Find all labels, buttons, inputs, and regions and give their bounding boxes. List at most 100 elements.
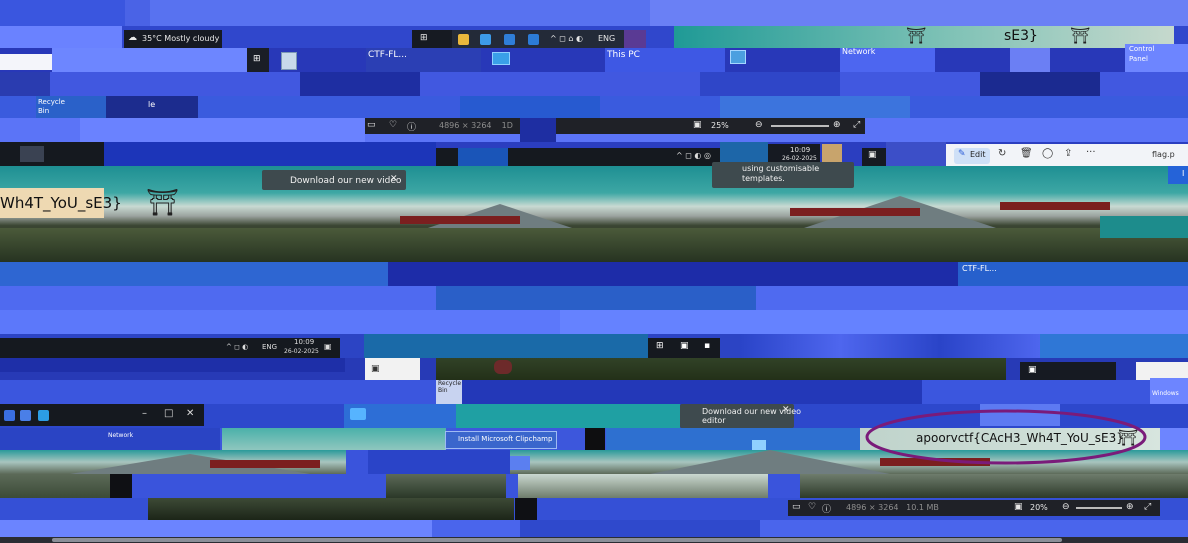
- glitch-block: [886, 142, 946, 166]
- edit-button[interactable]: Edit ✎: [954, 148, 990, 164]
- close-icon[interactable]: ✕: [782, 405, 790, 415]
- glitch-block: [368, 450, 510, 474]
- favorite-icon[interactable]: ◯: [1042, 148, 1053, 159]
- heart-icon[interactable]: ♡: [808, 502, 816, 512]
- glitch-block: [346, 450, 370, 474]
- photos-icon[interactable]: [528, 34, 539, 45]
- file-explorer-icon[interactable]: [458, 34, 469, 45]
- zoom-in-icon[interactable]: ⊕: [833, 120, 841, 130]
- zoom-in-icon[interactable]: ⊕: [1126, 502, 1134, 512]
- monitor-icon[interactable]: [350, 408, 366, 420]
- app-icon: [4, 410, 15, 421]
- clock-time: 10:09: [790, 146, 811, 154]
- clock-date: 26-02-2025: [782, 155, 817, 162]
- weather-widget[interactable]: ☁ 35°C Mostly cloudy: [124, 30, 222, 48]
- fullscreen-icon[interactable]: ⤢: [853, 120, 860, 130]
- control-panel-icon[interactable]: [1010, 48, 1050, 72]
- clock-date[interactable]: 26-02-2025: [284, 348, 319, 355]
- weather-text: 35°C Mostly cloudy: [142, 34, 220, 43]
- ctf-file-label[interactable]: CTF-FL...: [962, 264, 997, 273]
- rotate-icon[interactable]: ↻: [998, 148, 1006, 159]
- glitch-block: [515, 498, 537, 520]
- fit-icon[interactable]: ▣: [693, 120, 702, 130]
- zoom-level[interactable]: 20%: [1030, 503, 1048, 512]
- info-icon[interactable]: ⓘ: [407, 120, 416, 133]
- glitch-block: [52, 48, 247, 72]
- zoom-out-icon[interactable]: ⊖: [1062, 502, 1070, 512]
- network-label[interactable]: Network: [108, 432, 133, 439]
- windows-start-icon[interactable]: ⊞: [420, 33, 428, 43]
- primary-button-fragment[interactable]: I: [1168, 166, 1188, 184]
- recycle-bin-label[interactable]: Recycle Bin: [38, 98, 65, 116]
- this-pc-label[interactable]: This PC: [607, 50, 640, 60]
- app-icon: [38, 410, 49, 421]
- taskbar-fragment: ⊞: [412, 30, 452, 48]
- glitch-block: This PC: [605, 48, 725, 72]
- recycle-bin-mini[interactable]: Recycle Bin: [436, 380, 462, 404]
- language-indicator[interactable]: ENG: [598, 34, 615, 43]
- zoom-out-icon[interactable]: ⊖: [755, 120, 763, 130]
- notification-icon[interactable]: ▣: [862, 148, 886, 166]
- install-clipchamp-button[interactable]: Install Microsoft Clipchamp: [445, 431, 557, 449]
- tray-icons[interactable]: ^ ◻ ◐: [226, 343, 248, 351]
- window-icon: ▣: [371, 364, 380, 374]
- info-icon[interactable]: ⓘ: [822, 502, 831, 515]
- bell-icon: ▣: [868, 150, 877, 160]
- more-icon[interactable]: ···: [1086, 147, 1096, 158]
- fullscreen-icon[interactable]: ⤢: [1144, 502, 1151, 512]
- notification-icon[interactable]: ▣: [1028, 365, 1037, 375]
- zoom-slider[interactable]: [771, 125, 829, 127]
- lantern-icon: ⛩: [146, 188, 180, 218]
- clipchamp-icon[interactable]: [624, 30, 646, 48]
- glitch-block: [150, 0, 650, 26]
- glitch-block: CTF-FL...: [958, 262, 1188, 286]
- maximize-button[interactable]: □: [164, 408, 173, 419]
- download-video-popup[interactable]: Download our new video editor ✕: [680, 404, 801, 428]
- share-icon[interactable]: ⇪: [1064, 148, 1072, 159]
- store-icon[interactable]: [480, 34, 491, 45]
- windows-start-icon[interactable]: ⊞: [656, 341, 664, 351]
- close-icon[interactable]: ✕: [390, 174, 398, 184]
- wallpaper-fragment: [800, 474, 1188, 498]
- recycle-bin-label: Recycle Bin: [438, 380, 462, 394]
- clock-time[interactable]: 10:09: [294, 338, 314, 346]
- wallpaper-fragment: [222, 428, 446, 450]
- glitch-block: Windows: [1150, 378, 1188, 404]
- close-button[interactable]: ✕: [186, 408, 194, 419]
- delete-icon[interactable]: 🗑: [1020, 148, 1033, 159]
- taskview-icon[interactable]: ▪: [704, 341, 710, 351]
- download-video-popup[interactable]: Download our new video ✕: [262, 170, 406, 190]
- taskbar-fragment: ⊞ ▣ ▪: [648, 338, 720, 358]
- scrollbar-track[interactable]: [0, 537, 1188, 543]
- glitch-block: [0, 358, 345, 372]
- wallpaper-scene: Wh4T_YoU_sE3} ⛩: [0, 166, 1188, 262]
- language-indicator[interactable]: ENG: [262, 343, 277, 351]
- recycle-bin-icon[interactable]: [275, 50, 301, 72]
- screen-icon[interactable]: ▭: [792, 502, 801, 512]
- mail-icon[interactable]: [504, 34, 515, 45]
- zoom-level[interactable]: 25%: [711, 121, 729, 130]
- control-panel-label[interactable]: Control Panel: [1129, 44, 1154, 64]
- glitch-block: [364, 334, 648, 358]
- minimize-button[interactable]: –: [142, 408, 147, 419]
- scrollbar-thumb[interactable]: [52, 538, 1062, 542]
- ctf-file-label[interactable]: CTF-FL...: [368, 50, 407, 60]
- glitch-block: [585, 428, 605, 450]
- monitor-icon[interactable]: [490, 50, 512, 68]
- screen-icon[interactable]: ▭: [367, 120, 376, 130]
- glitch-block: [1040, 334, 1188, 358]
- glitch-block: [456, 404, 680, 428]
- fit-icon[interactable]: ▣: [1014, 502, 1023, 512]
- file-label[interactable]: Windows: [1152, 390, 1179, 397]
- glitch-block: [980, 72, 1100, 96]
- network-label[interactable]: Network: [842, 47, 875, 56]
- windows-start-icon[interactable]: ⊞: [253, 54, 261, 64]
- tray-icons[interactable]: ^ ◻ ⌂ ◐: [550, 34, 583, 43]
- heart-icon[interactable]: ♡: [389, 120, 397, 130]
- glitch-block: [1100, 216, 1188, 238]
- network-icon[interactable]: [728, 48, 750, 66]
- tray-icons[interactable]: ^ ◻ ◐ ◎: [676, 151, 711, 160]
- search-icon[interactable]: ▣: [680, 341, 689, 351]
- notification-icon[interactable]: ▣: [324, 342, 332, 351]
- zoom-slider[interactable]: [1076, 507, 1122, 509]
